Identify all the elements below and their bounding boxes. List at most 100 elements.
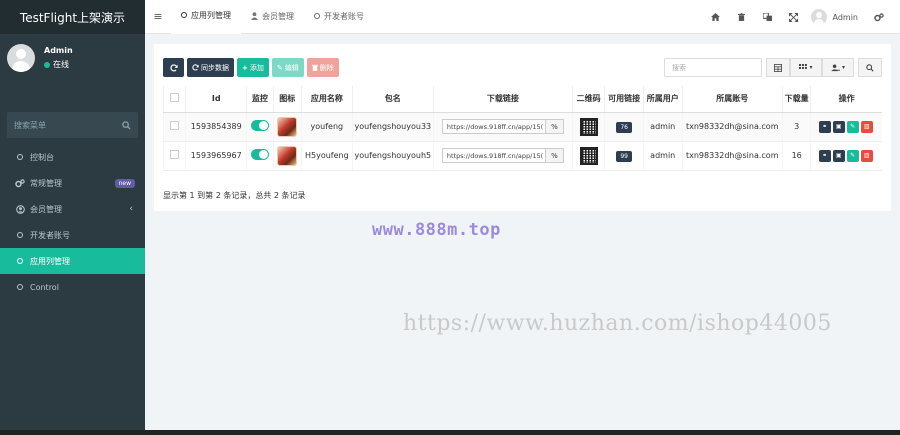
language-icon[interactable] xyxy=(755,13,781,21)
sidebar-item-label: 控制台 xyxy=(30,152,54,162)
qrcode-image[interactable] xyxy=(579,117,598,136)
header-actions: 操作 xyxy=(810,86,882,113)
row-actions: ⚭ ▣ ✎ ▥ xyxy=(818,120,875,133)
app-icon-image xyxy=(277,145,298,166)
cell-id: 1593854389 xyxy=(185,112,247,142)
edit-pencil-icon[interactable]: ✎ xyxy=(846,149,859,162)
navbar-user-menu[interactable]: Admin xyxy=(810,9,858,25)
download-link-field[interactable]: https://dows.918ff.cn/app/15( xyxy=(441,119,546,134)
table-toolbar: 同步数据 + 添加 ✎ 编辑 删除 xyxy=(163,58,342,77)
row-checkbox[interactable] xyxy=(170,150,180,159)
sidebar-item-general[interactable]: 常规管理 new xyxy=(0,170,145,196)
refresh-button[interactable] xyxy=(163,58,184,77)
tab-app-list[interactable]: 应用列管理 xyxy=(171,0,241,34)
sidebar-item-label: 会员管理 xyxy=(30,204,62,214)
tab-label: 开发者账号 xyxy=(324,12,364,21)
tab-label: 应用列管理 xyxy=(191,11,231,20)
online-dot-icon xyxy=(44,61,50,68)
header-package[interactable]: 包名 xyxy=(351,86,434,113)
pagination-info: 显示第 1 到第 2 条记录，总共 2 条记录 xyxy=(163,191,306,200)
qrcode-image[interactable] xyxy=(579,146,598,165)
search-icon[interactable] xyxy=(122,120,131,130)
image-icon[interactable]: ▣ xyxy=(832,149,845,162)
link-icon[interactable]: ⚭ xyxy=(818,149,831,162)
header-downloads[interactable]: 下载量 xyxy=(781,86,811,113)
sidebar-item-control[interactable]: Control xyxy=(0,274,145,300)
new-badge: new xyxy=(114,178,135,188)
sidebar-search-placeholder: 搜索菜单 xyxy=(14,120,46,130)
add-button[interactable]: + 添加 xyxy=(237,58,269,77)
header-owner-user[interactable]: 所属用户 xyxy=(642,86,682,113)
table-row[interactable]: 1593965967 H5youfeng youfengshouyouh5 ht… xyxy=(162,141,882,171)
delete-trash-icon[interactable]: ▥ xyxy=(860,120,873,133)
toggle-view-button[interactable] xyxy=(766,58,790,77)
search-icon xyxy=(866,63,874,72)
copy-link-icon[interactable]: % xyxy=(545,119,564,134)
edit-pencil-icon[interactable]: ✎ xyxy=(846,120,859,133)
sync-data-label: 同步数据 xyxy=(201,63,229,72)
circle-o-icon xyxy=(17,258,23,264)
header-download-link[interactable]: 下载链接 xyxy=(432,86,573,113)
sidebar-item-app-list[interactable]: 应用列管理 xyxy=(0,248,145,274)
row-checkbox[interactable] xyxy=(170,121,180,130)
table-search-placeholder: 搜索 xyxy=(672,63,686,72)
circle-o-icon xyxy=(17,284,23,290)
cell-owner-user: admin xyxy=(642,141,682,171)
tab-members[interactable]: 会员管理 xyxy=(241,0,304,34)
header-select-all[interactable] xyxy=(162,86,186,113)
app-list-panel: 同步数据 + 添加 ✎ 编辑 删除 搜索 ▾ ▾ Id 监控 图标 应用名称 包… xyxy=(154,44,891,211)
pencil-icon: ✎ xyxy=(276,63,283,72)
cell-owner-user: admin xyxy=(642,112,682,142)
sidebar-item-developer-accounts[interactable]: 开发者账号 xyxy=(0,222,145,248)
user-status: 在线 xyxy=(44,59,73,70)
app-brand[interactable]: TestFlight上架演示 xyxy=(0,0,145,34)
sidebar-item-label: 常规管理 xyxy=(30,178,62,188)
grid-icon xyxy=(799,63,808,69)
refresh-icon xyxy=(169,63,178,71)
cell-app-name: H5youfeng xyxy=(300,141,353,171)
trash-icon[interactable] xyxy=(729,13,755,21)
download-link-field[interactable]: https://dows.918ff.cn/app/15( xyxy=(441,148,546,163)
copy-link-icon[interactable]: % xyxy=(545,148,564,163)
menu-toggle-icon[interactable]: ≡ xyxy=(145,10,171,23)
cell-package: youfengshouyou33 xyxy=(351,112,434,142)
top-navbar: ≡ 应用列管理 会员管理 开发者账号 Admin xyxy=(145,0,900,34)
tab-developer-accounts[interactable]: 开发者账号 xyxy=(304,0,374,34)
header-available-links[interactable]: 可用链接 xyxy=(604,86,644,113)
app-icon-image xyxy=(277,116,298,137)
user-name: Admin xyxy=(44,46,73,55)
sidebar-item-members[interactable]: 会员管理 ‹ xyxy=(0,196,145,222)
image-icon[interactable]: ▣ xyxy=(832,120,845,133)
user-avatar xyxy=(7,44,35,72)
row-actions: ⚭ ▣ ✎ ▥ xyxy=(818,149,875,162)
header-app-name[interactable]: 应用名称 xyxy=(300,86,353,113)
header-monitor[interactable]: 监控 xyxy=(246,86,274,113)
monitor-toggle[interactable] xyxy=(250,149,269,160)
edit-button[interactable]: ✎ 编辑 xyxy=(271,58,304,77)
header-icon[interactable]: 图标 xyxy=(272,86,302,113)
export-button[interactable]: ▾ xyxy=(822,58,854,77)
cell-app-name: youfeng xyxy=(300,112,353,142)
settings-cogs-icon[interactable] xyxy=(866,12,892,22)
advanced-search-button[interactable] xyxy=(858,58,882,77)
delete-button[interactable]: 删除 xyxy=(306,58,339,77)
header-id[interactable]: Id xyxy=(185,86,247,113)
header-qrcode[interactable]: 二维码 xyxy=(571,86,605,113)
select-all-checkbox[interactable] xyxy=(170,93,180,103)
link-icon[interactable]: ⚭ xyxy=(818,120,831,133)
header-owner-account[interactable]: 所属账号 xyxy=(681,86,783,113)
available-links-badge: 99 xyxy=(616,151,632,162)
table-row[interactable]: 1593854389 youfeng youfengshouyou33 http… xyxy=(162,112,882,142)
available-links-badge: 76 xyxy=(616,122,632,133)
sidebar-search-input[interactable]: 搜索菜单 xyxy=(7,112,138,138)
delete-trash-icon[interactable]: ▥ xyxy=(860,149,873,162)
home-icon[interactable] xyxy=(703,13,729,21)
columns-button[interactable]: ▾ xyxy=(790,58,822,77)
user-icon xyxy=(251,11,258,22)
fullscreen-icon[interactable] xyxy=(781,12,807,22)
monitor-toggle[interactable] xyxy=(250,120,269,131)
tab-label: 会员管理 xyxy=(262,12,294,21)
sidebar-item-dashboard[interactable]: 控制台 xyxy=(0,144,145,170)
sync-data-button[interactable]: 同步数据 xyxy=(187,58,234,77)
table-search-input[interactable]: 搜索 xyxy=(664,58,762,77)
